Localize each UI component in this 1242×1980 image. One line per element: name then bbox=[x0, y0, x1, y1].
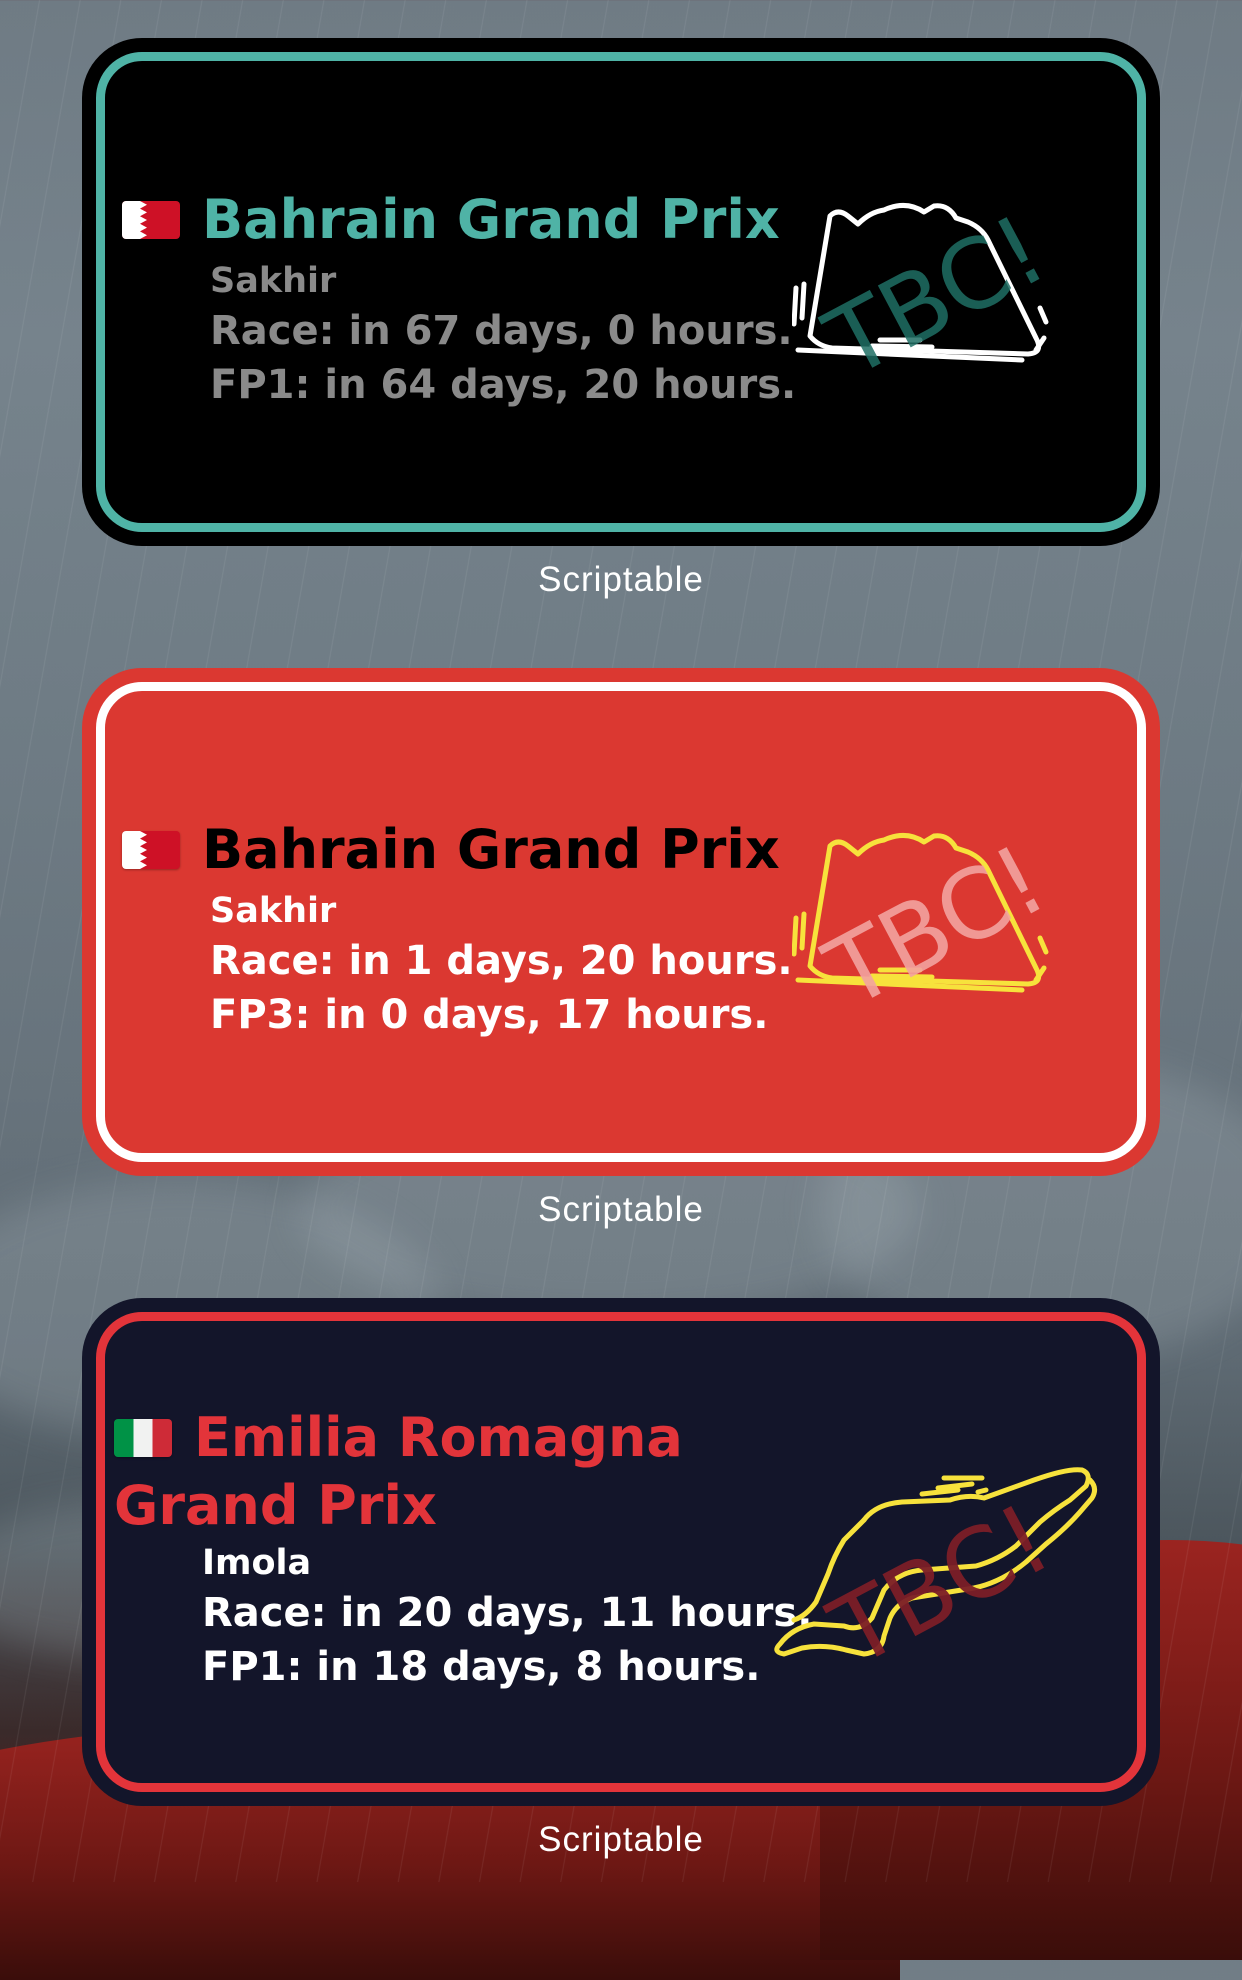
widget-card[interactable]: Emilia Romagna Grand Prix Imola Race: in… bbox=[82, 1298, 1160, 1806]
race-title-line2: Grand Prix bbox=[114, 1474, 437, 1537]
race-title: Bahrain Grand Prix bbox=[202, 818, 780, 881]
race-info: Emilia Romagna Grand Prix Imola Race: in… bbox=[114, 1406, 812, 1694]
italy-flag-icon bbox=[114, 1419, 172, 1457]
session-countdown: FP1: in 18 days, 8 hours. bbox=[202, 1644, 761, 1690]
tbc-badge: TBC! bbox=[808, 193, 1063, 400]
race-countdown: Race: in 67 days, 0 hours. bbox=[210, 308, 793, 354]
circuit-location: Imola bbox=[202, 1543, 312, 1583]
race-info: Bahrain Grand Prix Sakhir Race: in 67 da… bbox=[122, 188, 796, 412]
widget-caption: Scriptable bbox=[538, 1820, 704, 1859]
bahrain-flag-icon bbox=[122, 831, 180, 869]
circuit-location: Sakhir bbox=[210, 261, 337, 301]
race-countdown: Race: in 20 days, 11 hours. bbox=[202, 1590, 813, 1636]
widget-emilia-romagna[interactable]: Emilia Romagna Grand Prix Imola Race: in… bbox=[82, 1298, 1160, 1859]
tbc-badge: TBC! bbox=[813, 1482, 1068, 1689]
race-title: Bahrain Grand Prix bbox=[202, 188, 780, 251]
bahrain-track-icon: TBC! bbox=[792, 823, 1063, 1030]
session-countdown: FP3: in 0 days, 17 hours. bbox=[210, 992, 769, 1038]
imola-track-icon: TBC! bbox=[774, 1467, 1098, 1689]
widget-bahrain-this-weekend[interactable]: Bahrain Grand Prix Sakhir Race: in 1 day… bbox=[82, 668, 1160, 1229]
race-info: Bahrain Grand Prix Sakhir Race: in 1 day… bbox=[122, 818, 793, 1042]
widget-caption: Scriptable bbox=[538, 1190, 704, 1229]
tbc-badge: TBC! bbox=[808, 823, 1063, 1030]
race-countdown: Race: in 1 days, 20 hours. bbox=[210, 938, 793, 984]
widget-card[interactable]: Bahrain Grand Prix Sakhir Race: in 1 day… bbox=[82, 668, 1160, 1176]
race-title-line1: Emilia Romagna bbox=[194, 1406, 683, 1469]
widget-bahrain-upcoming[interactable]: Bahrain Grand Prix Sakhir Race: in 67 da… bbox=[82, 38, 1160, 599]
bahrain-track-icon: TBC! bbox=[792, 193, 1063, 400]
circuit-location: Sakhir bbox=[210, 891, 337, 931]
widget-caption: Scriptable bbox=[538, 560, 704, 599]
widget-card[interactable]: Bahrain Grand Prix Sakhir Race: in 67 da… bbox=[82, 38, 1160, 546]
session-countdown: FP1: in 64 days, 20 hours. bbox=[210, 362, 797, 408]
bahrain-flag-icon bbox=[122, 201, 180, 239]
